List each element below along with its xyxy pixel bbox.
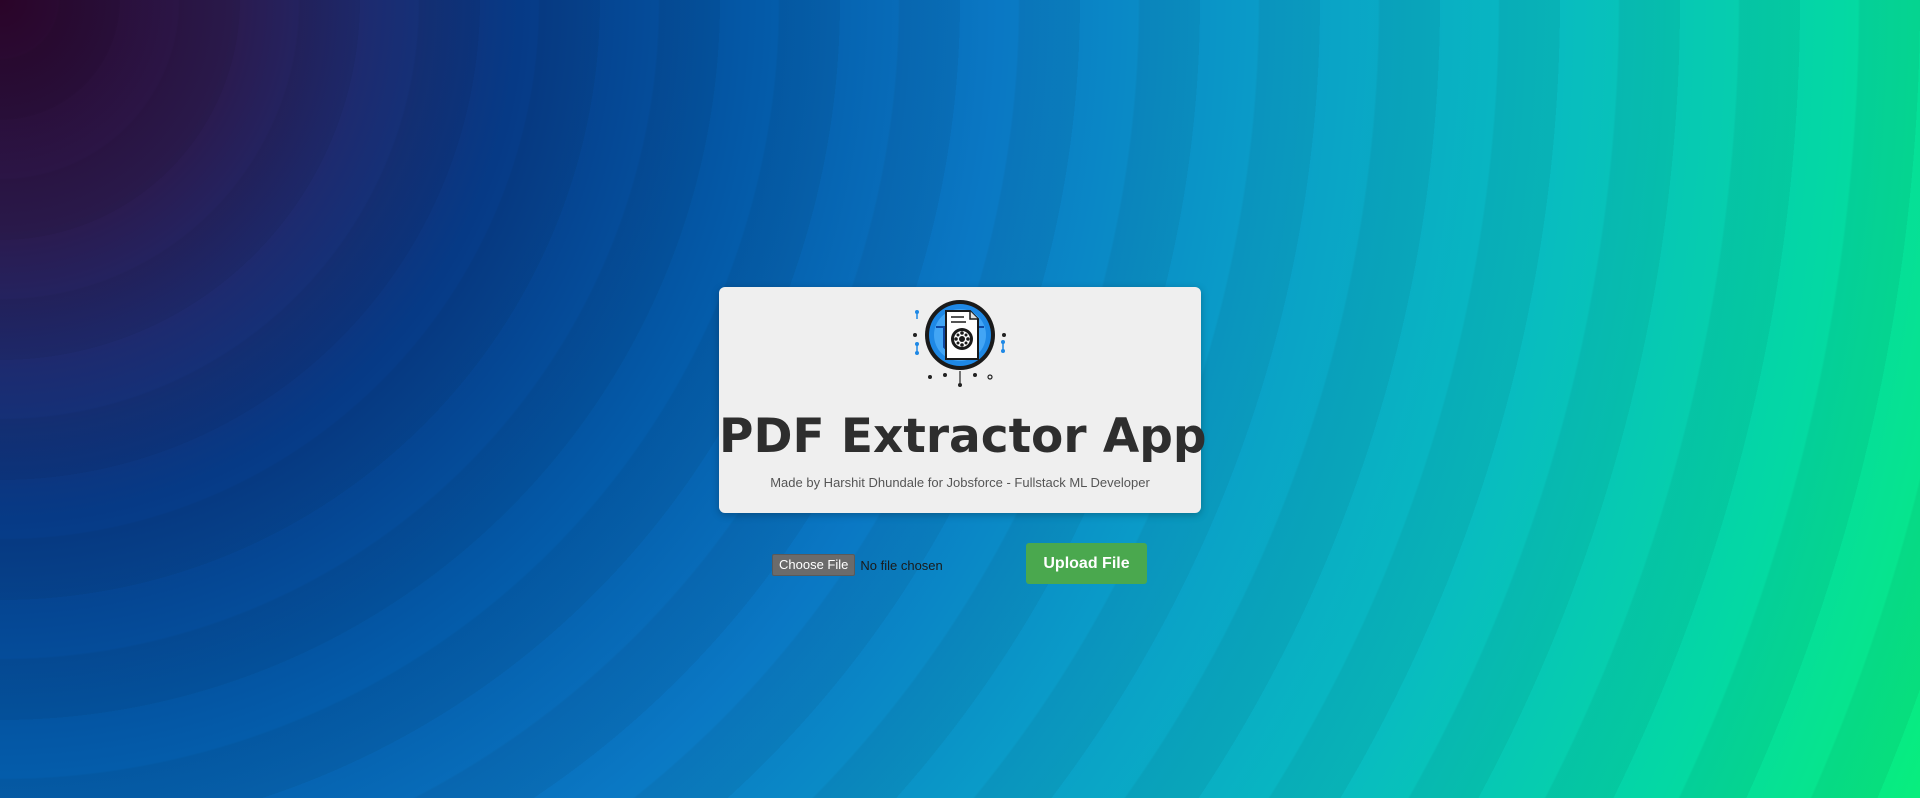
pdf-extractor-logo-icon — [913, 300, 1006, 387]
upload-file-button[interactable]: Upload File — [1026, 543, 1147, 584]
header-card: PDF Extractor App Made by Harshit Dhunda… — [719, 287, 1207, 513]
file-status-text: No file chosen — [860, 557, 943, 573]
page-title: PDF Extractor App — [719, 409, 1207, 464]
upload-form: Choose File No file chosen Upload File — [772, 543, 1148, 585]
file-input[interactable]: Choose File No file chosen — [772, 554, 943, 576]
choose-file-button[interactable]: Choose File — [772, 554, 856, 576]
page-subtitle: Made by Harshit Dhundale for Jobsforce -… — [770, 475, 1150, 490]
